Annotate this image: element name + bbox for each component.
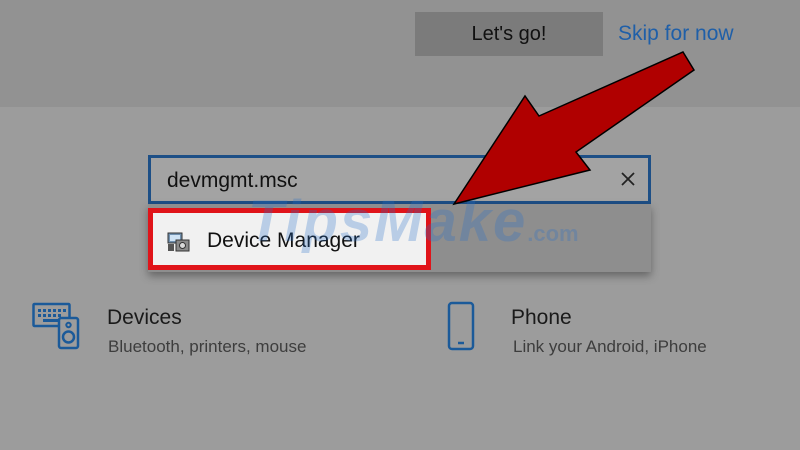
category-devices[interactable]: Devices Bluetooth, printers, mouse [30, 298, 390, 368]
skip-for-now-link[interactable]: Skip for now [618, 22, 734, 46]
search-result-device-manager[interactable]: Device Manager [148, 208, 431, 270]
top-banner [0, 0, 800, 107]
close-icon[interactable] [618, 169, 638, 189]
lets-go-button[interactable]: Let's go! [415, 12, 603, 56]
search-input[interactable]: devmgmt.msc [148, 155, 651, 204]
devices-icon [32, 302, 80, 350]
device-manager-icon [167, 232, 190, 252]
search-input-value[interactable]: devmgmt.msc [167, 169, 298, 193]
category-devices-subtitle: Bluetooth, printers, mouse [108, 337, 307, 356]
category-phone-title: Phone [511, 306, 572, 329]
category-phone[interactable]: Phone Link your Android, iPhone [440, 298, 780, 368]
search-result-label: Device Manager [207, 229, 360, 252]
phone-icon [447, 301, 475, 351]
category-phone-subtitle: Link your Android, iPhone [513, 337, 707, 356]
category-devices-title: Devices [107, 306, 182, 329]
